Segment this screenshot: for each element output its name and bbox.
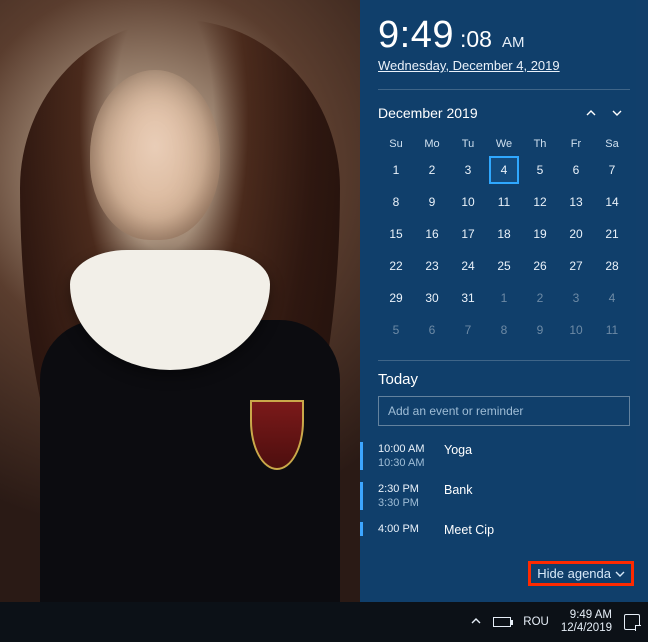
- calendar-grid: SuMoTuWeThFrSa 1234567891011121314151617…: [378, 134, 630, 346]
- battery-icon[interactable]: [493, 617, 511, 627]
- calendar-day[interactable]: 17: [450, 218, 486, 250]
- calendar-day[interactable]: 14: [594, 186, 630, 218]
- month-header: December 2019: [378, 100, 630, 126]
- calendar-day[interactable]: 11: [486, 186, 522, 218]
- calendar-day[interactable]: 11: [594, 314, 630, 346]
- system-tray: ROU 9:49 AM 12/4/2019: [471, 609, 640, 635]
- clock-ampm: AM: [502, 34, 525, 51]
- agenda-event[interactable]: 4:00 PM Meet Cip: [378, 516, 630, 544]
- agenda-title: Today: [378, 371, 630, 388]
- calendar-day[interactable]: 28: [594, 250, 630, 282]
- agenda-event-list: 10:00 AM 10:30 AM Yoga 2:30 PM 3:30 PM Bank 4:…: [378, 436, 630, 544]
- calendar-day[interactable]: 4: [486, 154, 522, 186]
- calendar-dow: We: [486, 134, 522, 154]
- calendar-day[interactable]: 10: [558, 314, 594, 346]
- chevron-down-icon: [612, 108, 622, 118]
- calendar-day[interactable]: 25: [486, 250, 522, 282]
- divider: [378, 89, 630, 90]
- language-indicator[interactable]: ROU: [523, 616, 549, 628]
- calendar-day[interactable]: 13: [558, 186, 594, 218]
- event-times: 4:00 PM: [378, 523, 434, 537]
- clock-time: 9:49: [378, 14, 454, 57]
- hide-agenda-label: Hide agenda: [537, 566, 611, 581]
- next-month-button[interactable]: [604, 100, 630, 126]
- event-title: Bank: [444, 483, 473, 497]
- calendar-day[interactable]: 6: [414, 314, 450, 346]
- calendar-flyout: 9:49 :08 AM Wednesday, December 4, 2019 …: [360, 0, 648, 602]
- calendar-day[interactable]: 23: [414, 250, 450, 282]
- event-times: 2:30 PM 3:30 PM: [378, 483, 434, 509]
- calendar-day[interactable]: 3: [450, 154, 486, 186]
- calendar-day[interactable]: 3: [558, 282, 594, 314]
- event-title: Meet Cip: [444, 523, 494, 537]
- calendar-day[interactable]: 22: [378, 250, 414, 282]
- chevron-up-icon: [586, 108, 596, 118]
- calendar-day[interactable]: 20: [558, 218, 594, 250]
- calendar-dow: Sa: [594, 134, 630, 154]
- calendar-day[interactable]: 4: [594, 282, 630, 314]
- calendar-day[interactable]: 2: [414, 154, 450, 186]
- calendar-day[interactable]: 6: [558, 154, 594, 186]
- calendar-day[interactable]: 9: [414, 186, 450, 218]
- calendar-day[interactable]: 12: [522, 186, 558, 218]
- calendar-day[interactable]: 1: [486, 282, 522, 314]
- desktop-wallpaper: [0, 0, 360, 602]
- event-title: Yoga: [444, 443, 472, 457]
- calendar-day[interactable]: 15: [378, 218, 414, 250]
- event-start: 10:00 AM: [378, 443, 434, 455]
- calendar-day[interactable]: 10: [450, 186, 486, 218]
- chevron-down-icon: [615, 569, 625, 579]
- event-times: 10:00 AM 10:30 AM: [378, 443, 434, 469]
- calendar-day[interactable]: 7: [594, 154, 630, 186]
- calendar-day[interactable]: 30: [414, 282, 450, 314]
- prev-month-button[interactable]: [578, 100, 604, 126]
- screenshot-root: 9:49 :08 AM Wednesday, December 4, 2019 …: [0, 0, 648, 642]
- calendar-day[interactable]: 5: [378, 314, 414, 346]
- calendar-day[interactable]: 26: [522, 250, 558, 282]
- taskbar-time: 9:49 AM: [561, 609, 612, 622]
- hide-agenda-button[interactable]: Hide agenda: [528, 561, 634, 586]
- calendar-day[interactable]: 8: [486, 314, 522, 346]
- calendar-day[interactable]: 24: [450, 250, 486, 282]
- action-center-icon[interactable]: [624, 614, 640, 630]
- calendar-dow: Th: [522, 134, 558, 154]
- taskbar-clock[interactable]: 9:49 AM 12/4/2019: [561, 609, 612, 635]
- calendar-day[interactable]: 5: [522, 154, 558, 186]
- event-end: 3:30 PM: [378, 497, 434, 509]
- event-start: 4:00 PM: [378, 523, 434, 535]
- clock-date-link[interactable]: Wednesday, December 4, 2019: [378, 58, 560, 73]
- calendar-day[interactable]: 9: [522, 314, 558, 346]
- calendar-day[interactable]: 27: [558, 250, 594, 282]
- divider: [378, 360, 630, 361]
- wallpaper-shape: [90, 70, 220, 240]
- calendar-day[interactable]: 16: [414, 218, 450, 250]
- clock-seconds: :08: [460, 26, 492, 53]
- month-label[interactable]: December 2019: [378, 105, 578, 121]
- add-event-input[interactable]: [378, 396, 630, 426]
- calendar-dow: Fr: [558, 134, 594, 154]
- agenda-event[interactable]: 2:30 PM 3:30 PM Bank: [378, 476, 630, 516]
- event-start: 2:30 PM: [378, 483, 434, 495]
- calendar-dow: Tu: [450, 134, 486, 154]
- calendar-day[interactable]: 29: [378, 282, 414, 314]
- agenda-event[interactable]: 10:00 AM 10:30 AM Yoga: [378, 436, 630, 476]
- calendar-day[interactable]: 1: [378, 154, 414, 186]
- clock: 9:49 :08 AM: [378, 14, 630, 57]
- calendar-day[interactable]: 31: [450, 282, 486, 314]
- taskbar-date: 12/4/2019: [561, 622, 612, 635]
- calendar-dow: Mo: [414, 134, 450, 154]
- calendar-dow: Su: [378, 134, 414, 154]
- calendar-day[interactable]: 2: [522, 282, 558, 314]
- tray-overflow-icon[interactable]: [471, 616, 481, 629]
- calendar-day[interactable]: 21: [594, 218, 630, 250]
- taskbar[interactable]: ROU 9:49 AM 12/4/2019: [0, 602, 648, 642]
- calendar-day[interactable]: 19: [522, 218, 558, 250]
- event-end: 10:30 AM: [378, 457, 434, 469]
- calendar-day[interactable]: 18: [486, 218, 522, 250]
- calendar-day[interactable]: 7: [450, 314, 486, 346]
- calendar-day[interactable]: 8: [378, 186, 414, 218]
